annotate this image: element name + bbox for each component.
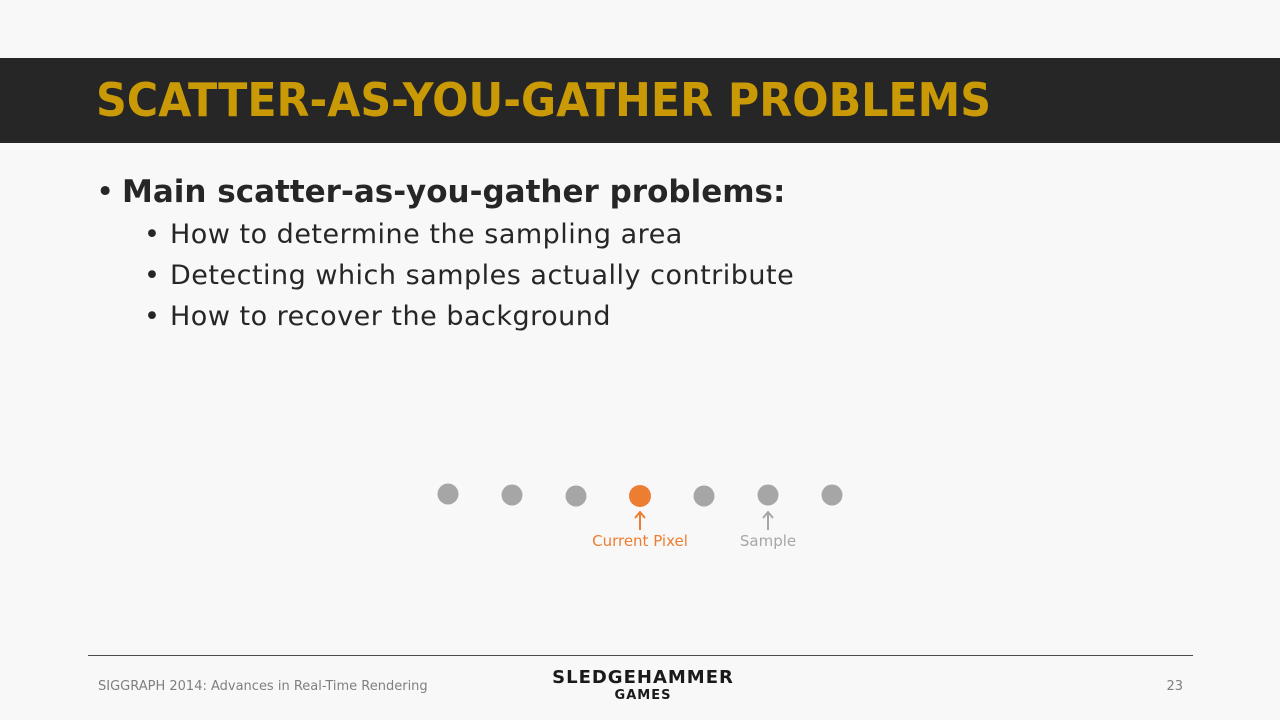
current-pixel-arrow-icon — [634, 510, 646, 530]
sub-bullet-item: • Detecting which samples actually contr… — [96, 255, 794, 296]
slide-title: SCATTER-AS-YOU-GATHER PROBLEMS — [96, 73, 992, 127]
bullet-dot: • — [96, 174, 115, 210]
footer-divider — [88, 655, 1193, 656]
sledgehammer-games-logo: SLEDGEHAMMER GAMES — [552, 668, 734, 704]
sample-arrow-icon — [762, 510, 774, 530]
sub-bullet-text: How to determine the sampling area — [170, 219, 683, 250]
sub-bullet-text: Detecting which samples actually contrib… — [170, 260, 795, 291]
bullet-main: • Main scatter-as-you-gather problems: — [96, 170, 794, 214]
sample-dot — [565, 485, 587, 507]
sample-dot — [821, 484, 843, 506]
current-pixel-label: Current Pixel — [592, 532, 688, 550]
footer-conference: SIGGRAPH 2014: Advances in Real-Time Ren… — [98, 679, 428, 694]
bullet-list: • Main scatter-as-you-gather problems: •… — [96, 170, 794, 337]
bullet-dot: • — [144, 301, 161, 332]
title-bar: SCATTER-AS-YOU-GATHER PROBLEMS — [0, 58, 1280, 143]
sample-dot — [501, 484, 523, 506]
current-pixel-dot — [629, 485, 651, 507]
diagram-arrows — [634, 510, 774, 530]
sub-bullet-item: • How to determine the sampling area — [96, 214, 794, 255]
sub-bullet-list: • How to determine the sampling area • D… — [96, 214, 794, 337]
sample-dots — [437, 483, 843, 507]
logo-line-1: SLEDGEHAMMER — [552, 667, 734, 688]
logo-line-2: GAMES — [614, 688, 672, 703]
bullet-main-text: Main scatter-as-you-gather problems: — [122, 174, 786, 210]
sample-dot — [693, 485, 715, 507]
sample-dot — [437, 483, 459, 505]
sub-bullet-text: How to recover the background — [170, 301, 612, 332]
bullet-dot: • — [144, 219, 161, 250]
sub-bullet-item: • How to recover the background — [96, 296, 794, 337]
sample-label: Sample — [739, 532, 797, 550]
bullet-dot: • — [144, 260, 161, 291]
sample-dot — [757, 484, 779, 506]
page-number: 23 — [1166, 679, 1183, 694]
